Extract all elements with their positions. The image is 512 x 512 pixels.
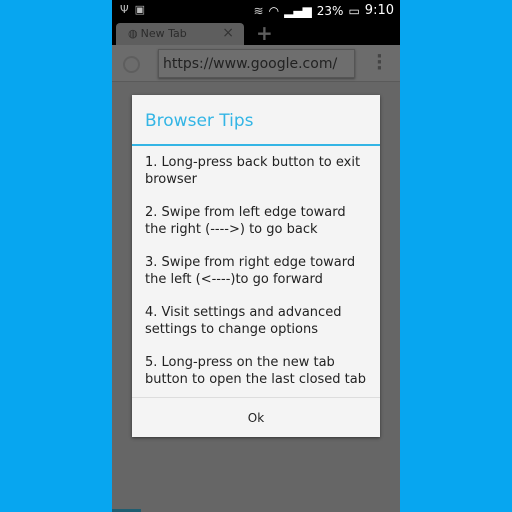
battery-icon: ▭ <box>348 3 360 18</box>
dialog-title: Browser Tips <box>132 95 380 146</box>
ok-button[interactable]: Ok <box>132 397 380 437</box>
tab-new-tab[interactable]: ◍ New Tab × <box>116 23 244 45</box>
tips-list: 1. Long-press back button to exit browse… <box>132 146 380 388</box>
tip-item: 2. Swipe from left edge toward the right… <box>145 205 346 237</box>
android-icon: ▣ <box>134 3 152 16</box>
close-tab-icon[interactable]: × <box>222 25 234 41</box>
tip-item: 3. Swipe from right edge toward the left… <box>145 255 356 287</box>
tip-item: 1. Long-press back button to exit browse… <box>145 155 361 187</box>
signal-icon: ▂▄▆ <box>284 3 312 18</box>
browser-tips-dialog: Browser Tips 1. Long-press back button t… <box>132 95 380 437</box>
globe-icon: ◍ <box>128 27 138 40</box>
status-bar: Ψ▣ ≋ ◠ ▂▄▆ 23% ▭ 9:10 <box>112 0 400 21</box>
phone-screen: Ψ▣ ≋ ◠ ▂▄▆ 23% ▭ 9:10 ◍ New Tab × + http… <box>112 0 400 512</box>
usb-icon: Ψ <box>120 3 135 16</box>
vibrate-icon: ≋ <box>253 3 264 18</box>
url-bar: https://www.google.com/ · · · <box>112 45 400 82</box>
tip-item: 5. Long-press on the new tab button to o… <box>145 355 366 387</box>
tab-bar: ◍ New Tab × + <box>112 21 400 45</box>
clock: 9:10 <box>364 3 394 18</box>
battery-percent: 23% <box>316 3 344 18</box>
wifi-icon: ◠ <box>268 3 280 18</box>
url-input[interactable]: https://www.google.com/ <box>158 49 355 78</box>
tab-title: New Tab <box>140 27 187 40</box>
tip-item: 4. Visit settings and advanced settings … <box>145 305 342 337</box>
reload-icon[interactable] <box>123 56 140 73</box>
overflow-menu-icon[interactable]: · · · <box>376 48 383 78</box>
new-tab-button[interactable]: + <box>256 21 273 45</box>
